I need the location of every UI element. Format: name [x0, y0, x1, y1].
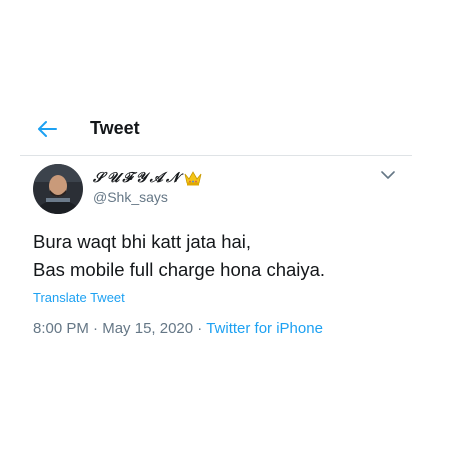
avatar[interactable] — [33, 164, 83, 214]
avatar-image — [33, 164, 83, 214]
user-handle[interactable]: @Shk_says — [93, 189, 168, 205]
tweet-line: Bura waqt bhi katt jata hai, — [33, 231, 252, 252]
header-divider — [20, 155, 412, 156]
tweet-header: Tweet — [0, 0, 450, 156]
tweet-source-link[interactable]: Twitter for iPhone — [206, 320, 323, 337]
meta-separator: · — [93, 320, 99, 337]
translate-tweet-link[interactable]: Translate Tweet — [33, 290, 125, 305]
tweet-time[interactable]: 8:00 PM — [33, 320, 89, 337]
user-name-row[interactable]: 𝒮𝒰ℱ𝒴𝒜𝒩 — [93, 168, 202, 188]
page-title: Tweet — [90, 118, 140, 138]
display-name[interactable]: 𝒮𝒰ℱ𝒴𝒜𝒩 — [93, 170, 182, 186]
meta-separator: · — [197, 320, 203, 337]
tweet-date[interactable]: May 15, 2020 — [102, 320, 193, 337]
crown-icon — [185, 171, 202, 186]
chevron-down-icon[interactable] — [381, 170, 395, 180]
back-arrow-icon[interactable] — [37, 120, 57, 138]
tweet-meta: 8:00 PM · May 15, 2020 · Twitter for iPh… — [33, 320, 323, 337]
tweet-text: Bura waqt bhi katt jata hai, Bas mobile … — [33, 228, 325, 284]
tweet-line: Bas mobile full charge hona chaiya. — [33, 259, 326, 280]
